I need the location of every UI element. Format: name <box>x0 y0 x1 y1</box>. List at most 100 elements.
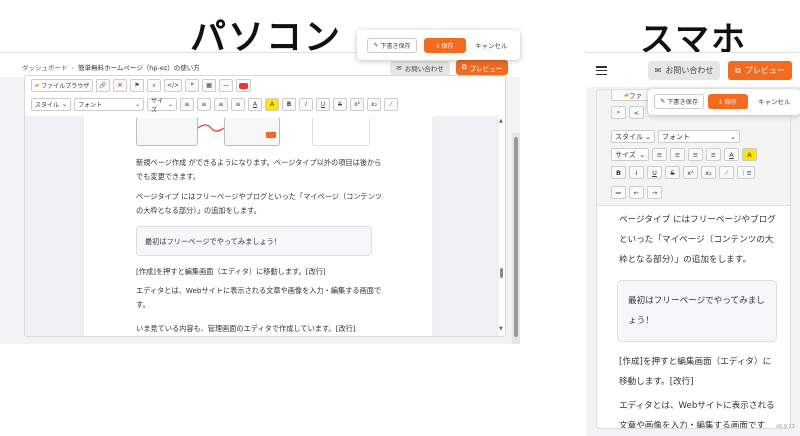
cancel-button[interactable]: キャンセル <box>758 96 791 106</box>
indent-button[interactable]: → <box>647 186 662 199</box>
size-select[interactable]: サイズ ⌄ <box>147 98 177 114</box>
superscript-button[interactable]: x² <box>350 98 364 111</box>
source-button[interactable]: < <box>629 106 644 119</box>
breadcrumb: ダッシュボード › 簡単無料ホームページ（hp-ez）の使い方 <box>22 64 200 72</box>
toolbar-row-3: スタイル ⌄ フォント ⌄ <box>611 130 740 143</box>
align-center-button[interactable]: ≡ <box>670 148 685 161</box>
italic-button[interactable]: I <box>299 98 313 111</box>
file-browser-button[interactable]: ▰ ファイルブラウザ <box>31 79 93 92</box>
table-button[interactable]: ▦ <box>202 79 217 92</box>
page-scrollbar[interactable] <box>512 133 520 344</box>
find-button[interactable]: ⌕ <box>147 79 161 92</box>
chevron-down-icon: ⌄ <box>730 132 736 141</box>
editor-scrollbar[interactable]: ▲ ▼ <box>499 118 505 334</box>
background-color-button[interactable]: A <box>265 98 279 111</box>
brush-icon: ⁄ <box>390 101 392 108</box>
toolbar-row-5: B I U S x² x₂ ⁄ ⋮≡ <box>611 166 755 179</box>
preview-button[interactable]: ⧉ プレビュー <box>456 60 508 75</box>
text-color-button[interactable]: A <box>724 148 739 161</box>
editor: ▰ ファ ⌕ < スタイル ⌄ フォント ⌄ サイズ ⌄ ≡ ≡ ≡ ≡ A A B I <box>596 89 791 429</box>
align-right-button[interactable]: ≡ <box>688 148 703 161</box>
paragraph: 新規ページ作成 ができるようになります。ページタイプ以外の項目は後からでも変更で… <box>136 158 382 181</box>
align-justify-button[interactable]: ≡ <box>231 98 245 111</box>
editor-content[interactable]: 新規ページ作成 ができるようになります。ページタイプ以外の項目は後からでも変更で… <box>83 118 433 336</box>
paragraph: いま見ている内容も、管理画面のエディタで作成しています。[改行] <box>136 324 356 333</box>
breadcrumb-home[interactable]: ダッシュボード <box>22 64 68 72</box>
align-left-button[interactable]: ≡ <box>180 98 194 111</box>
font-select[interactable]: フォント ⌄ <box>658 130 740 143</box>
draft-save-button[interactable]: ✎ 下書き保存 <box>367 38 417 53</box>
style-select[interactable]: スタイル ⌄ <box>31 98 71 111</box>
numbered-list-icon: ⋮≡ <box>740 168 752 177</box>
remove-format-button[interactable]: ⁄ <box>384 98 398 111</box>
paragraph: エディタとは、Webサイトに表示される文章や画像を入力・編集する画面です <box>619 401 775 429</box>
version-label: v6.9.13 <box>776 424 795 430</box>
blockquote-button[interactable]: ❝ <box>185 79 200 92</box>
underline-button[interactable]: U <box>316 98 330 111</box>
paragraph: [作成]を押すと編集画面（エディタ）に移動します。[改行] <box>136 267 326 276</box>
text-color-icon: A <box>729 150 734 159</box>
youtube-button[interactable] <box>236 79 252 92</box>
paragraph: ページタイプ にはフリーページやブログといった「マイページ（コンテンツの大枠とな… <box>619 215 776 265</box>
bold-button[interactable]: B <box>282 98 296 111</box>
editor-content[interactable]: ページタイプ にはフリーページやブログといった「マイページ（コンテンツの大枠とな… <box>597 208 790 429</box>
contact-button[interactable]: ✉ お問い合わせ <box>390 61 450 75</box>
hamburger-menu-icon[interactable] <box>596 66 607 76</box>
external-link-icon: ⧉ <box>735 65 741 75</box>
save-button[interactable]: ⤓ 保存 <box>708 94 748 109</box>
link-button[interactable]: 🔗 <box>96 79 110 92</box>
scroll-thumb[interactable] <box>500 268 503 278</box>
cancel-button[interactable]: キャンセル <box>475 40 508 50</box>
align-center-button[interactable]: ≡ <box>197 98 211 111</box>
search-icon: ⌕ <box>616 108 621 116</box>
bullet-list-button[interactable]: ≔ <box>611 186 626 199</box>
align-right-button[interactable]: ≡ <box>214 98 228 111</box>
bold-button[interactable]: B <box>611 166 626 179</box>
background-color-button[interactable]: A <box>742 148 757 161</box>
scroll-down-icon[interactable]: ▼ <box>499 326 503 332</box>
search-icon: ⌕ <box>152 81 156 89</box>
strike-button[interactable]: S <box>665 166 680 179</box>
toolbar-row-6: ≔ ← → <box>611 186 662 199</box>
bg-color-icon: A <box>269 101 275 108</box>
horizontal-line-button[interactable]: — <box>219 79 234 92</box>
text-color-button[interactable]: A <box>248 98 262 111</box>
contact-button[interactable]: ✉ お問い合わせ <box>648 61 720 80</box>
subscript-button[interactable]: x₂ <box>367 98 381 111</box>
italic-button[interactable]: I <box>629 166 644 179</box>
unlink-button[interactable]: ✕ <box>113 79 127 92</box>
preview-button[interactable]: ⧉ プレビュー <box>728 61 792 80</box>
mail-icon: ✉ <box>654 66 662 75</box>
subscript-button[interactable]: x₂ <box>701 166 716 179</box>
superscript-button[interactable]: x² <box>683 166 698 179</box>
save-button[interactable]: ⤓ 保存 <box>424 38 466 53</box>
remove-format-button[interactable]: ⁄ <box>719 166 734 179</box>
text-color-icon: A <box>252 101 258 108</box>
edit-icon: ✎ <box>659 98 666 105</box>
numbered-list-button[interactable]: ⋮≡ <box>737 166 755 179</box>
source-button[interactable]: </> <box>164 79 183 92</box>
paragraph: ページタイプ にはフリーページやブログといった「マイページ（コンテンツの大枠とな… <box>136 192 383 215</box>
toolbar-row-4: サイズ ⌄ ≡ ≡ ≡ ≡ A A <box>611 148 757 161</box>
scroll-up-icon[interactable]: ▲ <box>499 118 503 124</box>
sp-header: ✉ お問い合わせ ⧉ プレビュー <box>586 53 800 87</box>
font-select[interactable]: フォント ⌄ <box>74 98 144 111</box>
align-justify-button[interactable]: ≡ <box>706 148 721 161</box>
align-justify-icon: ≡ <box>235 101 241 108</box>
flag-icon: ⚑ <box>134 82 140 89</box>
draft-save-button[interactable]: ✎ 下書き保存 <box>654 94 704 109</box>
underline-button[interactable]: U <box>647 166 662 179</box>
size-select[interactable]: サイズ ⌄ <box>611 148 649 161</box>
style-select[interactable]: スタイル ⌄ <box>611 130 655 143</box>
find-button[interactable]: ⌕ <box>611 106 626 119</box>
align-center-icon: ≡ <box>201 101 207 108</box>
outdent-button[interactable]: ← <box>629 186 644 199</box>
bg-color-icon: A <box>747 150 752 159</box>
align-right-icon: ≡ <box>218 101 224 108</box>
align-left-button[interactable]: ≡ <box>652 148 667 161</box>
unlink-icon: ✕ <box>117 82 123 89</box>
strike-button[interactable]: S <box>333 98 347 111</box>
page-scroll-thumb[interactable] <box>514 137 518 337</box>
anchor-button[interactable]: ⚑ <box>130 79 144 92</box>
chevron-down-icon: ⌄ <box>61 101 67 108</box>
